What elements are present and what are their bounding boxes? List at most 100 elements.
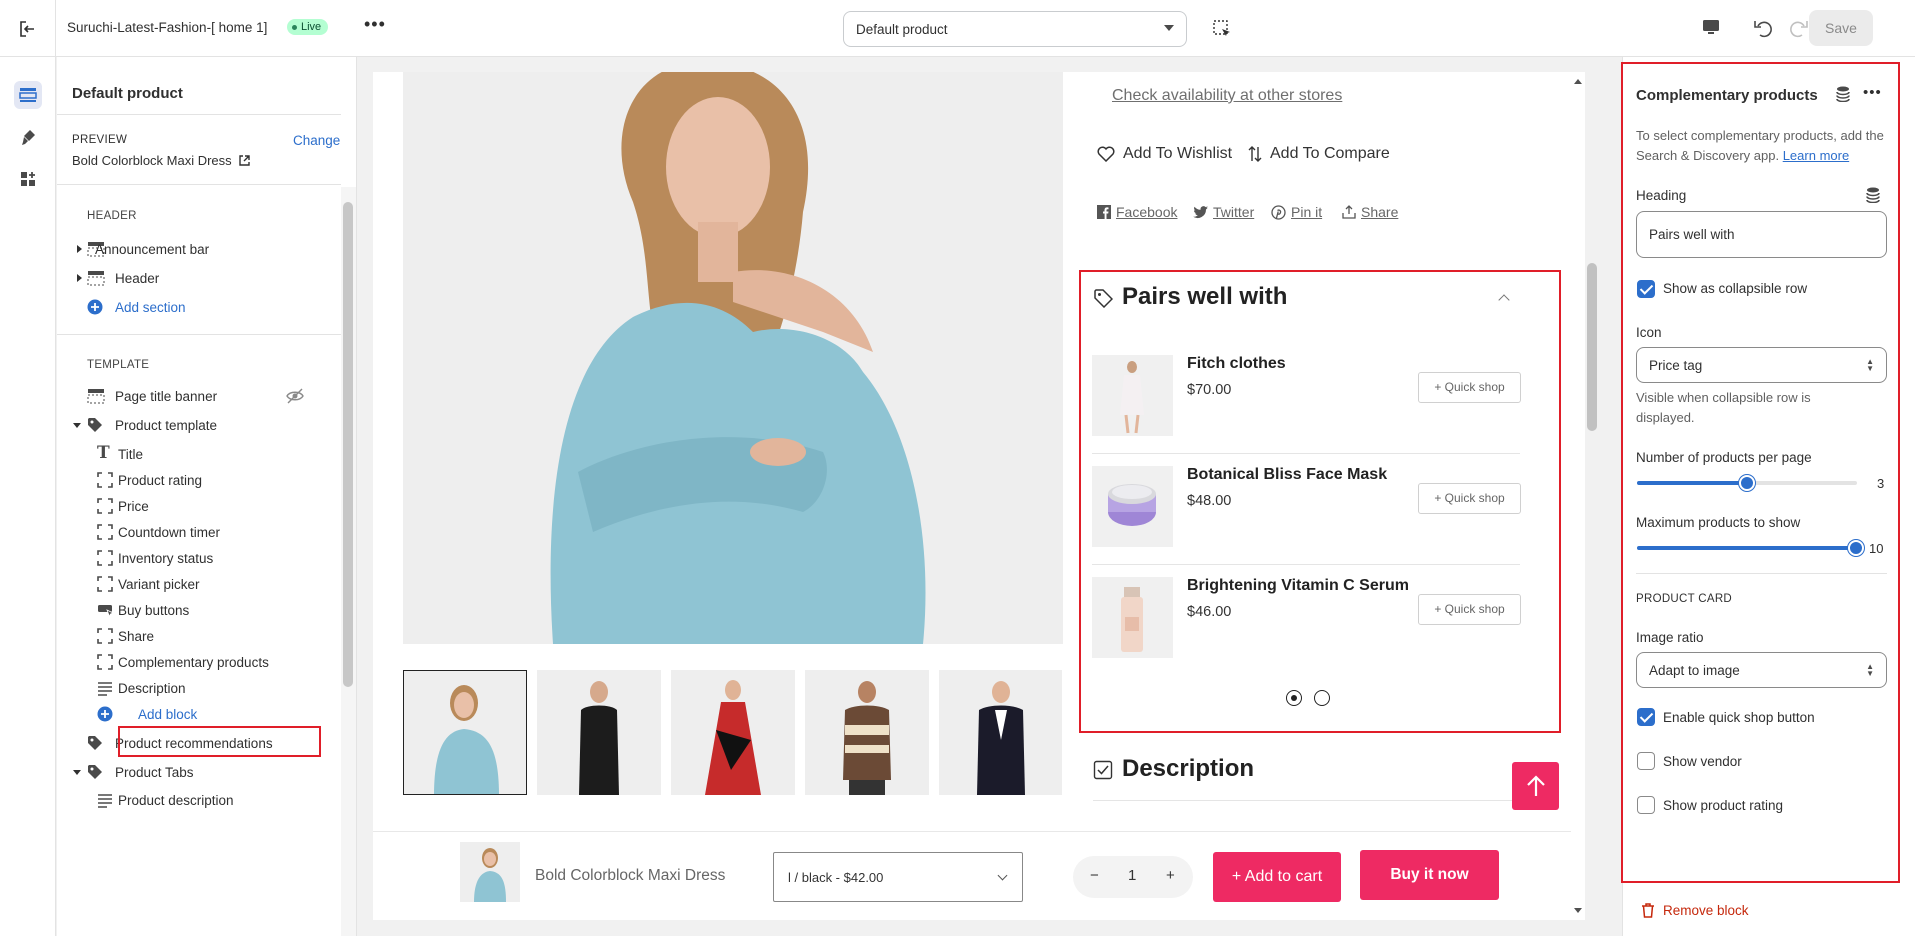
- block-item-inventory-status[interactable]: Inventory status: [57, 544, 341, 572]
- quantity-minus-button[interactable]: −: [1090, 867, 1099, 884]
- block-icon: [97, 654, 115, 670]
- inspector-icon[interactable]: [1212, 19, 1232, 39]
- icon-select[interactable]: Price tag ▲ ▼: [1636, 347, 1887, 383]
- sidebar-item-header[interactable]: Header: [57, 264, 341, 292]
- block-item-product-rating[interactable]: Product rating: [57, 466, 341, 494]
- slider-handle[interactable]: [1739, 475, 1755, 491]
- add-section-button[interactable]: Add section: [57, 293, 341, 321]
- quick-shop-button[interactable]: + Quick shop: [1418, 372, 1521, 403]
- expand-caret-icon[interactable]: [77, 245, 82, 253]
- template-select-value: Default product: [856, 22, 948, 37]
- theme-settings-tab[interactable]: [14, 123, 42, 151]
- select-arrows-icon: ▲ ▼: [1866, 662, 1874, 678]
- sidebar-scroll-thumb[interactable]: [343, 202, 353, 687]
- share-twitter-link[interactable]: Twitter: [1193, 204, 1254, 220]
- add-to-wishlist-link[interactable]: Add To Wishlist: [1097, 145, 1232, 163]
- enable-quick-shop-label[interactable]: Enable quick shop button: [1663, 710, 1815, 725]
- price-tag-icon: [87, 764, 105, 780]
- collapse-caret-icon[interactable]: [73, 423, 81, 428]
- block-item-title[interactable]: T Title: [57, 440, 341, 468]
- quick-shop-button[interactable]: + Quick shop: [1418, 594, 1521, 625]
- complementary-product-card[interactable]: Fitch clothes $70.00 + Quick shop: [1092, 343, 1521, 454]
- product-image[interactable]: [1092, 577, 1173, 658]
- preview-scroll-thumb[interactable]: [1587, 263, 1597, 431]
- slider-handle[interactable]: [1848, 540, 1864, 556]
- expand-caret-icon[interactable]: [77, 274, 82, 282]
- product-name[interactable]: Brightening Vitamin C Serum: [1187, 577, 1409, 595]
- product-name[interactable]: Fitch clothes: [1187, 355, 1286, 373]
- product-image[interactable]: [1092, 355, 1173, 436]
- collapse-caret-icon[interactable]: [73, 770, 81, 775]
- show-vendor-checkbox[interactable]: [1637, 752, 1655, 770]
- learn-more-link[interactable]: Learn more: [1783, 148, 1849, 163]
- show-rating-checkbox[interactable]: [1637, 796, 1655, 814]
- quantity-plus-button[interactable]: +: [1166, 867, 1175, 884]
- block-item-complementary-products[interactable]: Complementary products: [57, 648, 341, 676]
- block-item-price[interactable]: Price: [57, 492, 341, 520]
- show-collapsible-checkbox[interactable]: [1637, 280, 1655, 298]
- desktop-view-icon[interactable]: [1701, 17, 1721, 37]
- description-heading[interactable]: Description: [1122, 755, 1254, 783]
- add-block-button[interactable]: Add block: [57, 700, 341, 728]
- save-button[interactable]: Save: [1809, 10, 1873, 46]
- show-rating-label[interactable]: Show product rating: [1663, 798, 1783, 813]
- heading-input[interactable]: Pairs well with: [1636, 211, 1887, 258]
- enable-quick-shop-checkbox[interactable]: [1637, 708, 1655, 726]
- carousel-dot-active[interactable]: [1286, 690, 1302, 706]
- share-link[interactable]: Share: [1342, 204, 1398, 220]
- sidebar-item-page-title-banner[interactable]: Page title banner: [57, 382, 341, 410]
- change-preview-link[interactable]: Change: [293, 133, 340, 148]
- undo-icon[interactable]: [1752, 17, 1774, 39]
- buy-now-button[interactable]: Buy it now: [1360, 850, 1499, 900]
- thumbnail-image[interactable]: [537, 670, 661, 795]
- quick-shop-button[interactable]: + Quick shop: [1418, 483, 1521, 514]
- product-image[interactable]: [1092, 466, 1173, 547]
- thumbnail-image[interactable]: [403, 670, 527, 795]
- redo-icon[interactable]: [1788, 17, 1810, 39]
- exit-button[interactable]: [0, 0, 56, 57]
- show-vendor-label[interactable]: Show vendor: [1663, 754, 1742, 769]
- more-actions-button[interactable]: •••: [364, 14, 386, 35]
- product-main-image[interactable]: [403, 72, 1063, 644]
- sections-tab[interactable]: [14, 81, 42, 109]
- complementary-product-card[interactable]: Botanical Bliss Face Mask $48.00 + Quick…: [1092, 454, 1521, 565]
- block-item-buy-buttons[interactable]: Buy buttons: [57, 596, 341, 624]
- quantity-value[interactable]: 1: [1128, 867, 1136, 884]
- sidebar-item-announcement-bar[interactable]: Announcement bar: [57, 235, 341, 263]
- complementary-product-card[interactable]: Brightening Vitamin C Serum $46.00 + Qui…: [1092, 565, 1521, 675]
- eye-hidden-icon[interactable]: [286, 388, 304, 404]
- variant-select[interactable]: l / black - $42.00: [773, 852, 1023, 902]
- show-collapsible-label[interactable]: Show as collapsible row: [1663, 281, 1807, 296]
- dynamic-source-icon[interactable]: [1866, 187, 1880, 203]
- check-availability-link[interactable]: Check availability at other stores: [1112, 87, 1342, 105]
- sidebar-item-product-template[interactable]: Product template: [57, 411, 341, 439]
- product-name[interactable]: Botanical Bliss Face Mask: [1187, 466, 1387, 484]
- add-to-compare-link[interactable]: Add To Compare: [1248, 145, 1390, 163]
- thumbnail-image[interactable]: [805, 670, 929, 795]
- share-pinterest-link[interactable]: Pin it: [1271, 204, 1322, 220]
- remove-block-button[interactable]: Remove block: [1641, 903, 1749, 918]
- app-embeds-tab[interactable]: [14, 165, 42, 193]
- block-item-description[interactable]: Description: [57, 674, 341, 702]
- sidebar-item-label: Product template: [115, 417, 218, 433]
- preview-scrollbar[interactable]: [1571, 72, 1585, 920]
- block-item-countdown-timer[interactable]: Countdown timer: [57, 518, 341, 546]
- block-item-product-description[interactable]: Product description: [57, 786, 341, 814]
- block-icon: [97, 576, 115, 592]
- max-products-slider[interactable]: [1637, 540, 1864, 556]
- template-select[interactable]: Default product: [843, 11, 1187, 47]
- share-facebook-link[interactable]: Facebook: [1097, 204, 1177, 220]
- more-options-icon[interactable]: •••: [1863, 84, 1882, 101]
- per-page-slider[interactable]: [1637, 475, 1857, 491]
- add-to-cart-button[interactable]: + Add to cart: [1213, 852, 1341, 902]
- dynamic-source-icon[interactable]: [1836, 86, 1850, 102]
- block-item-variant-picker[interactable]: Variant picker: [57, 570, 341, 598]
- thumbnail-image[interactable]: [671, 670, 795, 795]
- block-item-share[interactable]: Share: [57, 622, 341, 650]
- back-to-top-button[interactable]: [1512, 762, 1559, 810]
- thumbnail-image[interactable]: [939, 670, 1062, 795]
- image-ratio-select[interactable]: Adapt to image ▲ ▼: [1636, 652, 1887, 688]
- select-arrows-icon: ▲ ▼: [1866, 357, 1874, 373]
- sidebar-item-product-tabs[interactable]: Product Tabs: [57, 758, 341, 786]
- carousel-dot[interactable]: [1314, 690, 1330, 706]
